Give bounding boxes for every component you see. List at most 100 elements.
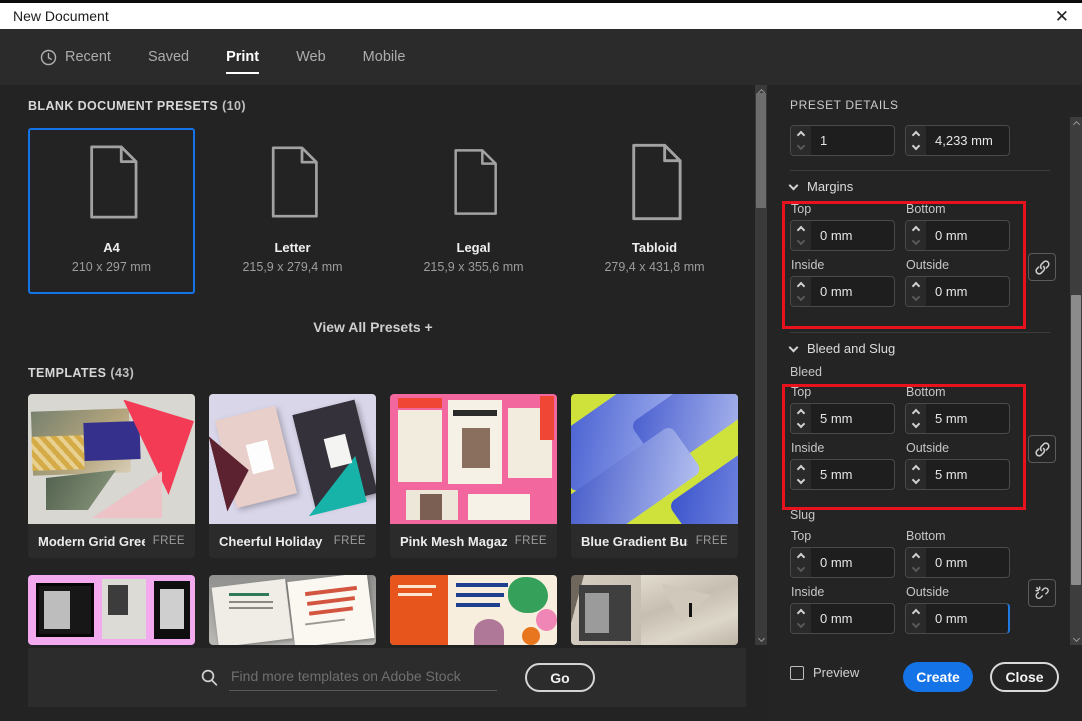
bleed-link-icon[interactable] bbox=[1028, 435, 1056, 463]
stepper[interactable] bbox=[906, 277, 926, 306]
slug-link-broken-icon[interactable] bbox=[1028, 579, 1056, 607]
field-value[interactable]: 0 mm bbox=[926, 548, 1009, 577]
number-input[interactable]: 5 mm bbox=[790, 403, 895, 434]
stepper[interactable] bbox=[906, 126, 926, 155]
number-input[interactable]: 0 mm bbox=[790, 603, 895, 634]
preview-checkbox[interactable] bbox=[790, 666, 804, 680]
stepper[interactable] bbox=[791, 126, 811, 155]
increment-icon[interactable] bbox=[912, 226, 920, 234]
preset-tile-letter[interactable]: Letter215,9 x 279,4 mm bbox=[209, 128, 376, 294]
increment-icon[interactable] bbox=[797, 409, 805, 417]
decrement-icon[interactable] bbox=[797, 142, 805, 150]
stepper[interactable] bbox=[791, 460, 811, 489]
increment-icon[interactable] bbox=[797, 226, 805, 234]
stepper[interactable] bbox=[791, 277, 811, 306]
template-card-orange-flyer[interactable] bbox=[390, 575, 557, 645]
field-value[interactable]: 5 mm bbox=[926, 404, 1009, 433]
decrement-icon[interactable] bbox=[797, 620, 805, 628]
stepper[interactable] bbox=[906, 460, 926, 489]
field-value[interactable]: 0 mm bbox=[811, 277, 894, 306]
view-all-presets-link[interactable]: View All Presets + bbox=[0, 319, 746, 335]
decrement-icon[interactable] bbox=[912, 237, 920, 245]
tab-web[interactable]: Web bbox=[296, 29, 326, 85]
template-card-modern-grid[interactable]: Modern Grid Greetin...FREE bbox=[28, 394, 195, 558]
go-button[interactable]: Go bbox=[525, 663, 595, 692]
field-value[interactable]: 5 mm bbox=[811, 460, 894, 489]
stepper[interactable] bbox=[906, 604, 926, 633]
bleed-slug-section-header[interactable]: Bleed and Slug bbox=[790, 341, 895, 356]
decrement-icon[interactable] bbox=[912, 564, 920, 572]
decrement-icon[interactable] bbox=[797, 420, 805, 428]
template-card-pink-zine[interactable] bbox=[28, 575, 195, 645]
number-input[interactable]: 0 mm bbox=[905, 276, 1010, 307]
field-value[interactable]: 5 mm bbox=[926, 460, 1009, 489]
field-value[interactable]: 0 mm bbox=[926, 277, 1009, 306]
panel-scrollbar-thumb[interactable] bbox=[1071, 295, 1081, 585]
increment-icon[interactable] bbox=[912, 465, 920, 473]
content-scrollbar-thumb[interactable] bbox=[756, 93, 766, 208]
field-value[interactable]: 1 bbox=[811, 126, 894, 155]
field-value[interactable]: 0 mm bbox=[811, 604, 894, 633]
stepper[interactable] bbox=[906, 221, 926, 250]
number-input[interactable]: 5 mm bbox=[790, 459, 895, 490]
decrement-icon[interactable] bbox=[797, 564, 805, 572]
preset-tile-legal[interactable]: Legal215,9 x 355,6 mm bbox=[390, 128, 557, 294]
panel-scrollbar[interactable] bbox=[1070, 117, 1082, 645]
increment-icon[interactable] bbox=[912, 553, 920, 561]
number-input[interactable]: 4,233 mm bbox=[905, 125, 1010, 156]
increment-icon[interactable] bbox=[912, 131, 920, 139]
decrement-icon[interactable] bbox=[797, 476, 805, 484]
field-value[interactable]: 0 mm bbox=[811, 221, 894, 250]
template-card-brochure[interactable] bbox=[209, 575, 376, 645]
tab-print[interactable]: Print bbox=[226, 29, 259, 85]
field-value[interactable]: 5 mm bbox=[811, 404, 894, 433]
field-value[interactable]: 0 mm bbox=[811, 548, 894, 577]
increment-icon[interactable] bbox=[797, 609, 805, 617]
increment-icon[interactable] bbox=[797, 465, 805, 473]
number-input[interactable]: 0 mm bbox=[790, 276, 895, 307]
stepper[interactable] bbox=[791, 548, 811, 577]
tab-recent[interactable]: Recent bbox=[40, 29, 111, 85]
decrement-icon[interactable] bbox=[797, 293, 805, 301]
decrement-icon[interactable] bbox=[912, 476, 920, 484]
increment-icon[interactable] bbox=[912, 609, 920, 617]
create-button[interactable]: Create bbox=[903, 662, 973, 692]
field-value[interactable]: 0 mm bbox=[926, 604, 1008, 633]
number-input[interactable]: 0 mm bbox=[905, 220, 1010, 251]
tab-saved[interactable]: Saved bbox=[148, 29, 189, 85]
number-input[interactable]: 5 mm bbox=[905, 403, 1010, 434]
stepper[interactable] bbox=[791, 221, 811, 250]
stepper[interactable] bbox=[791, 404, 811, 433]
scroll-down-icon[interactable] bbox=[755, 631, 767, 645]
close-button[interactable]: Close bbox=[990, 662, 1059, 692]
close-icon[interactable]: ✕ bbox=[1055, 8, 1069, 25]
number-input[interactable]: 0 mm bbox=[905, 603, 1010, 634]
number-input[interactable]: 0 mm bbox=[905, 547, 1010, 578]
decrement-icon[interactable] bbox=[912, 293, 920, 301]
search-input[interactable] bbox=[229, 664, 497, 691]
field-value[interactable]: 4,233 mm bbox=[926, 126, 1009, 155]
preset-tile-a4[interactable]: A4210 x 297 mm bbox=[28, 128, 195, 294]
tab-mobile[interactable]: Mobile bbox=[363, 29, 406, 85]
template-card-blue-gradient[interactable]: Blue Gradient Busine...FREE bbox=[571, 394, 738, 558]
number-input[interactable]: 1 bbox=[790, 125, 895, 156]
decrement-icon[interactable] bbox=[912, 142, 920, 150]
decrement-icon[interactable] bbox=[912, 620, 920, 628]
template-card-pink-mesh[interactable]: Pink Mesh Magazine...FREE bbox=[390, 394, 557, 558]
margins-section-header[interactable]: Margins bbox=[790, 179, 853, 194]
increment-icon[interactable] bbox=[912, 282, 920, 290]
decrement-icon[interactable] bbox=[797, 237, 805, 245]
field-value[interactable]: 0 mm bbox=[926, 221, 1009, 250]
margins-link-icon[interactable] bbox=[1028, 253, 1056, 281]
scroll-up-icon[interactable] bbox=[1070, 117, 1082, 131]
preset-tile-tabloid[interactable]: Tabloid279,4 x 431,8 mm bbox=[571, 128, 738, 294]
stepper[interactable] bbox=[906, 404, 926, 433]
scroll-down-icon[interactable] bbox=[1070, 631, 1082, 645]
increment-icon[interactable] bbox=[912, 409, 920, 417]
stepper[interactable] bbox=[791, 604, 811, 633]
content-scrollbar[interactable] bbox=[755, 85, 767, 645]
template-card-crumpled[interactable] bbox=[571, 575, 738, 645]
stepper[interactable] bbox=[906, 548, 926, 577]
decrement-icon[interactable] bbox=[912, 420, 920, 428]
increment-icon[interactable] bbox=[797, 282, 805, 290]
